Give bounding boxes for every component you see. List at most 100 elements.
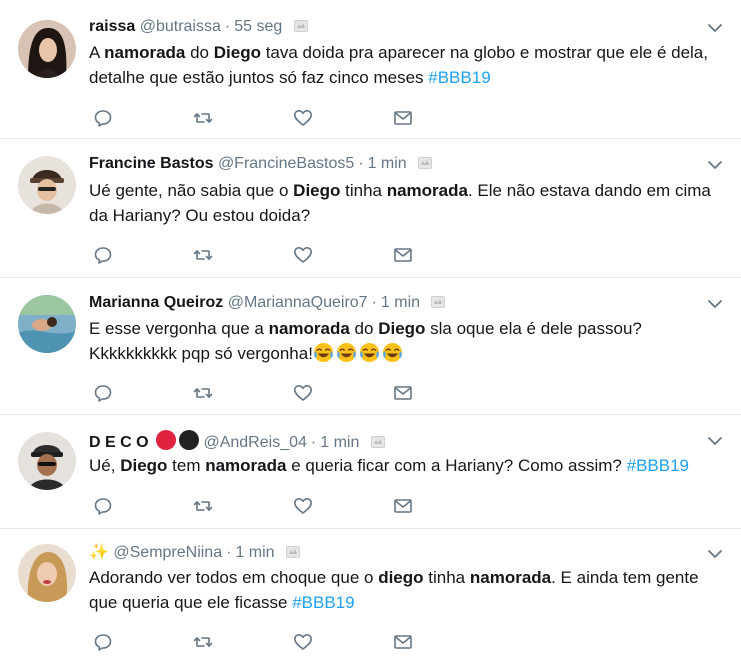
retweet-icon[interactable]: [193, 383, 213, 403]
text-segment: Ué,: [89, 456, 121, 475]
tweet[interactable]: raissa @butraissa · 55 seg A namorada do D…: [0, 0, 741, 139]
face-with-tears-of-joy-emoji: [336, 342, 357, 363]
avatar[interactable]: [18, 295, 76, 353]
keyword-bold: Diego: [213, 43, 261, 62]
keyword-bold: Diego: [293, 181, 341, 200]
text-segment: do: [349, 319, 379, 338]
hashtag-link[interactable]: #BBB19: [428, 68, 490, 87]
face-with-tears-of-joy-emoji: [382, 342, 403, 363]
tweet-text: E esse vergonha que a namorada do Diego …: [89, 316, 729, 366]
tweet[interactable]: D E C O @AndReis_04 · 1 min Ué, Diego tem …: [0, 415, 741, 529]
chevron-down-icon[interactable]: [707, 546, 723, 562]
author-handle[interactable]: @AndReis_04: [203, 434, 306, 451]
text-segment: e queria ficar com a Hariany? Como assim…: [286, 456, 627, 475]
face-with-tears-of-joy-emoji: [313, 342, 334, 363]
text-segment: A: [89, 43, 105, 62]
timestamp[interactable]: 55 seg: [234, 18, 282, 35]
tweet-text: Ué gente, não sabia que o Diego tinha na…: [89, 178, 729, 228]
reply-icon[interactable]: [93, 108, 113, 128]
face-with-tears-of-joy-emoji: [359, 342, 380, 363]
red-circle-emoji: [156, 430, 177, 450]
tweet-header: raissa @butraissa · 55 seg: [89, 17, 308, 37]
author-handle[interactable]: @FrancineBastos5: [218, 155, 354, 172]
tweet-header: ✨ @SempreNiina · 1 min: [89, 543, 301, 563]
avatar[interactable]: [18, 544, 76, 602]
hashtag-link[interactable]: #BBB19: [627, 456, 689, 475]
like-icon[interactable]: [293, 632, 313, 652]
chevron-down-icon[interactable]: [707, 296, 723, 312]
tweet-text: Adorando ver todos em choque que o diego…: [89, 565, 729, 615]
tweet-header: Francine Bastos @FrancineBastos5 · 1 min: [89, 154, 433, 174]
separator-dot: ·: [224, 18, 231, 35]
badge-icon: [431, 294, 446, 308]
reply-icon[interactable]: [93, 632, 113, 652]
text-segment: Ué gente, não sabia que o: [89, 181, 294, 200]
author-name[interactable]: raissa: [89, 18, 135, 35]
direct-message-icon[interactable]: [393, 632, 413, 652]
badge-icon: [293, 18, 308, 32]
timestamp[interactable]: 1 min: [368, 155, 407, 172]
like-icon[interactable]: [293, 245, 313, 265]
retweet-icon[interactable]: [193, 108, 213, 128]
tweet[interactable]: Marianna Queiroz @MariannaQueiro7 · 1 min …: [0, 278, 741, 415]
avatar[interactable]: [18, 20, 76, 78]
keyword-bold: namorada: [104, 43, 186, 62]
text-segment: Adorando ver todos em choque que o: [89, 568, 379, 587]
badge-icon: [418, 155, 433, 169]
author-handle[interactable]: @SempreNiina: [113, 544, 222, 561]
text-segment: tinha: [340, 181, 387, 200]
tweet[interactable]: Francine Bastos @FrancineBastos5 · 1 min U…: [0, 139, 741, 278]
direct-message-icon[interactable]: [393, 496, 413, 516]
retweet-icon[interactable]: [193, 245, 213, 265]
like-icon[interactable]: [293, 108, 313, 128]
direct-message-icon[interactable]: [393, 383, 413, 403]
avatar[interactable]: [18, 432, 76, 490]
sparkles-emoji[interactable]: ✨: [89, 544, 109, 561]
direct-message-icon[interactable]: [393, 108, 413, 128]
text-segment: do: [185, 43, 214, 62]
author-name[interactable]: Marianna Queiroz: [89, 294, 223, 311]
tweet-text: A namorada do Diego tava doida pra apare…: [89, 40, 729, 90]
timestamp[interactable]: 1 min: [381, 294, 420, 311]
badge-icon: [286, 544, 301, 558]
separator-dot: ·: [310, 434, 317, 451]
retweet-icon[interactable]: [193, 496, 213, 516]
like-icon[interactable]: [293, 496, 313, 516]
chevron-down-icon[interactable]: [707, 433, 723, 449]
author-name[interactable]: D E C O: [89, 434, 149, 451]
keyword-bold: namorada: [205, 456, 287, 475]
direct-message-icon[interactable]: [393, 245, 413, 265]
black-circle-emoji: [179, 430, 200, 450]
author-handle[interactable]: @MariannaQueiro7: [228, 294, 368, 311]
keyword-bold: namorada: [268, 319, 350, 338]
keyword-bold: namorada: [386, 181, 468, 200]
author-handle[interactable]: @butraissa: [140, 18, 221, 35]
author-name[interactable]: Francine Bastos: [89, 155, 213, 172]
retweet-icon[interactable]: [193, 632, 213, 652]
keyword-bold: Diego: [378, 319, 426, 338]
text-segment: tinha: [423, 568, 470, 587]
separator-dot: ·: [371, 294, 377, 311]
reply-icon[interactable]: [93, 245, 113, 265]
keyword-bold: Diego: [120, 456, 168, 475]
chevron-down-icon[interactable]: [707, 157, 723, 173]
hashtag-link[interactable]: #BBB19: [292, 593, 354, 612]
keyword-bold: namorada: [469, 568, 552, 587]
tweet-header: Marianna Queiroz @MariannaQueiro7 · 1 min: [89, 293, 446, 313]
tweet-header: D E C O @AndReis_04 · 1 min: [89, 430, 385, 453]
chevron-down-icon[interactable]: [707, 20, 723, 36]
separator-dot: ·: [358, 155, 364, 172]
keyword-bold: diego: [378, 568, 424, 587]
timestamp[interactable]: 1 min: [235, 544, 274, 561]
tweet[interactable]: ✨ @SempreNiina · 1 min Adorando ver todos …: [0, 529, 741, 659]
reply-icon[interactable]: [93, 383, 113, 403]
avatar[interactable]: [18, 156, 76, 214]
reply-icon[interactable]: [93, 496, 113, 516]
tweet-text: Ué, Diego tem namorada e queria ficar co…: [89, 453, 729, 478]
like-icon[interactable]: [293, 383, 313, 403]
separator-dot: ·: [226, 544, 232, 561]
text-segment: tem: [167, 456, 206, 475]
badge-icon: [370, 434, 385, 448]
timestamp[interactable]: 1 min: [320, 434, 359, 451]
text-segment: E esse vergonha que a: [89, 319, 269, 338]
